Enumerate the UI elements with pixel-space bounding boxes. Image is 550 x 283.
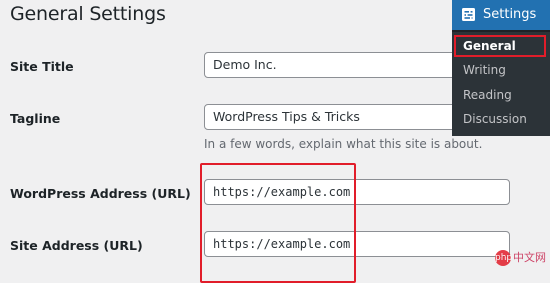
watermark-logo-icon: php xyxy=(495,250,512,266)
settings-icon xyxy=(462,8,475,21)
wordpress-address-label: WordPress Address (URL) xyxy=(10,186,191,201)
menu-item-reading[interactable]: Reading xyxy=(452,83,550,107)
settings-menu-heading[interactable]: Settings xyxy=(452,0,550,30)
settings-menu: Settings General Writing Reading Discuss… xyxy=(452,0,550,136)
tagline-label: Tagline xyxy=(10,111,61,126)
menu-item-general[interactable]: General xyxy=(452,34,550,58)
page-title: General Settings xyxy=(10,3,166,25)
settings-menu-label: Settings xyxy=(483,7,537,22)
menu-item-discussion[interactable]: Discussion xyxy=(452,107,550,131)
tagline-description: In a few words, explain what this site i… xyxy=(204,137,483,151)
menu-item-writing[interactable]: Writing xyxy=(452,58,550,82)
site-title-label: Site Title xyxy=(10,59,74,74)
settings-submenu: General Writing Reading Discussion xyxy=(452,32,550,136)
url-fields-highlight xyxy=(200,163,356,283)
site-address-label: Site Address (URL) xyxy=(10,238,143,253)
watermark: php中文网 xyxy=(495,250,546,266)
